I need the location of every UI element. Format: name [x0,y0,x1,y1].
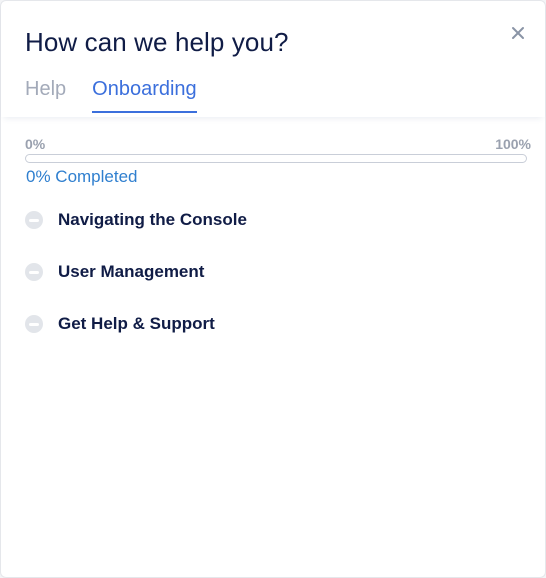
panel-header: How can we help you? Help Onboarding [1,1,545,117]
checklist-item-label: Navigating the Console [58,210,247,229]
panel-title: How can we help you? [25,27,289,57]
help-panel: How can we help you? Help Onboarding 0% … [0,0,546,578]
checklist-item-user-management[interactable]: User Management [25,262,204,282]
progress-min-label: 0% [25,136,46,152]
minus-circle-icon [25,315,43,333]
progress-max-label: 100% [495,136,531,152]
minus-circle-icon [25,263,43,281]
progress-scale: 0% 100% [25,136,531,152]
checklist-item-navigating-console[interactable]: Navigating the Console [25,210,247,230]
minus-circle-icon [25,211,43,229]
progress-bar [25,154,527,163]
checklist-item-help-support[interactable]: Get Help & Support [25,314,215,334]
close-icon[interactable] [508,23,528,43]
tab-help[interactable]: Help [25,78,66,113]
progress-status: 0% Completed [26,167,138,186]
checklist-item-label: Get Help & Support [58,314,215,333]
tab-bar: Help Onboarding [25,78,197,113]
tab-onboarding[interactable]: Onboarding [92,78,197,113]
checklist-item-label: User Management [58,262,205,281]
